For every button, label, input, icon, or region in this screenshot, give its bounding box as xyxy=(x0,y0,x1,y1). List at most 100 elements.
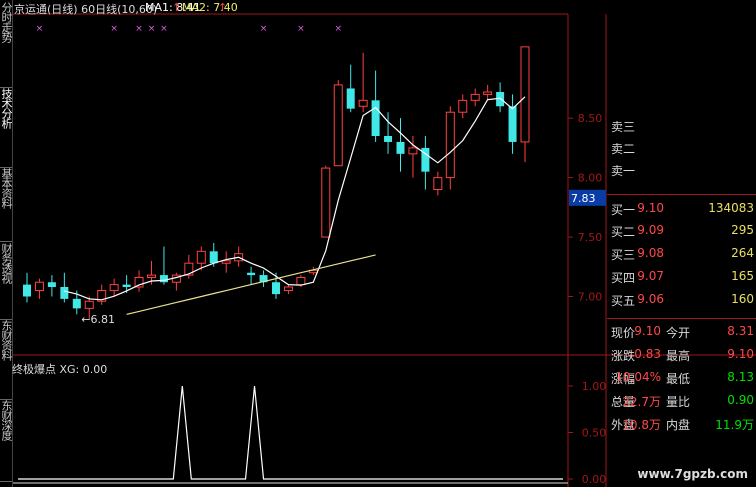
quote-divider xyxy=(607,318,756,319)
buy-label: 买二 xyxy=(611,225,636,239)
book-divider xyxy=(607,194,756,195)
sidebar-tab-5[interactable]: 东财资料 xyxy=(0,320,13,398)
quote-value: 10.04% xyxy=(615,370,661,384)
quote-label-2: 量比 xyxy=(666,395,691,409)
quote-label-2: 今开 xyxy=(666,326,691,340)
buy-label: 买一 xyxy=(611,203,636,217)
candle-body-down xyxy=(384,136,393,142)
candle-body-up xyxy=(483,91,493,95)
sidebar-tab-4[interactable]: 财务透视 xyxy=(0,243,13,318)
signal-marker: × xyxy=(160,24,168,34)
sell-row[interactable]: 卖一 xyxy=(608,160,756,180)
ma2-arrow: ↑ xyxy=(218,1,228,14)
candle-body-down xyxy=(272,282,280,295)
buy-row[interactable]: 买五 9.06 160 xyxy=(608,290,756,310)
price-tick-label: 7.00 xyxy=(578,291,603,304)
quote-label: 现价 xyxy=(611,326,636,340)
candle-body-up xyxy=(221,260,231,264)
sell-row[interactable]: 卖二 xyxy=(608,138,756,158)
quote-row: 总量 22.7万 量比 0.90 xyxy=(608,391,756,411)
candle-body-down xyxy=(371,100,380,136)
price-tick-label: 7.50 xyxy=(578,231,603,244)
indicator-tick-label: 0.50 xyxy=(582,427,607,440)
ma2-label: MA2: 7.40 xyxy=(182,1,238,14)
candle-body-up xyxy=(458,99,468,113)
quote-label: 涨跌 xyxy=(611,349,636,363)
sell-label: 卖二 xyxy=(611,142,636,156)
quote-row: 外盘 10.8万 内盘 11.9万 xyxy=(608,414,756,434)
indicator-line xyxy=(18,385,563,480)
buy-volume: 160 xyxy=(731,292,754,306)
buy-row[interactable]: 买三 9.08 264 xyxy=(608,244,756,264)
candle-body-up xyxy=(445,111,455,179)
buy-volume: 264 xyxy=(731,246,754,260)
quote-value: 22.7万 xyxy=(622,395,661,409)
candle-body-up xyxy=(109,284,119,292)
candle-body-down xyxy=(247,272,256,276)
quote-row: 涨幅 10.04% 最低 8.13 xyxy=(608,368,756,388)
quote-value: 10.8万 xyxy=(622,418,661,432)
sidebar-tab-3[interactable]: 基本资料 xyxy=(0,168,13,240)
candle-body-down xyxy=(209,251,218,264)
sell-label: 卖一 xyxy=(611,164,636,178)
quote-value: 9.10 xyxy=(634,324,661,338)
candle-body-down xyxy=(396,141,405,154)
candle-body-down xyxy=(60,286,69,299)
quote-value-2: 9.10 xyxy=(727,347,754,361)
buy-row[interactable]: 买二 9.09 295 xyxy=(608,221,756,241)
indicator-tick-label: 0.00 xyxy=(582,473,607,486)
candle-body-down xyxy=(508,106,517,142)
low-price-annotation: ←6.81 xyxy=(81,313,115,326)
ma1-line xyxy=(64,96,526,301)
signal-marker: × xyxy=(297,24,305,34)
signal-marker: × xyxy=(135,24,143,34)
quote-label-2: 最高 xyxy=(666,349,691,363)
signal-marker: × xyxy=(148,24,156,34)
indicator-title: 终极爆点 XG: 0.00 xyxy=(12,363,108,376)
candle-body-up xyxy=(333,84,343,167)
buy-price: 9.10 xyxy=(637,201,664,215)
candle-body-up xyxy=(520,46,530,143)
price-tick-label: 8.00 xyxy=(578,172,603,185)
quote-label-2: 最低 xyxy=(666,372,691,386)
candle-body-up xyxy=(196,250,206,264)
sidebar-separator xyxy=(0,241,12,242)
quote-value-2: 0.90 xyxy=(727,393,754,407)
sidebar-tab-6[interactable]: 东财深度 xyxy=(0,400,13,480)
quote-row: 现价 9.10 今开 8.31 xyxy=(608,322,756,342)
signal-marker: × xyxy=(334,24,342,34)
signal-marker: × xyxy=(260,24,268,34)
sidebar-tab-1[interactable]: 分时走势 xyxy=(0,2,13,86)
buy-row[interactable]: 买一 9.10 134083 xyxy=(608,199,756,219)
buy-row[interactable]: 买四 9.07 165 xyxy=(608,267,756,287)
candle-body-up xyxy=(470,93,480,101)
signal-marker: × xyxy=(36,24,44,34)
sidebar-tab-2[interactable]: 技术分析 xyxy=(0,88,13,166)
candle-body-down xyxy=(72,298,81,309)
candle-body-down xyxy=(47,282,56,287)
quote-value-2: 8.13 xyxy=(727,370,754,384)
quote-value-2: 8.31 xyxy=(727,324,754,338)
candle-body-up xyxy=(358,99,368,107)
candle-body-down xyxy=(346,88,355,109)
current-price-label: 7.83 xyxy=(571,192,596,205)
candle-body-up xyxy=(283,286,293,292)
buy-volume: 165 xyxy=(731,269,754,283)
quote-value: 0.83 xyxy=(634,347,661,361)
sidebar-separator xyxy=(0,481,12,482)
sell-row[interactable]: 卖三 xyxy=(608,116,756,136)
candle-body-up xyxy=(147,274,156,278)
buy-price: 9.09 xyxy=(637,223,664,237)
signal-marker: × xyxy=(110,24,118,34)
quote-value-2: 11.9万 xyxy=(715,418,754,432)
buy-volume: 134083 xyxy=(708,201,754,215)
candle-body-down xyxy=(159,275,168,283)
buy-price: 9.08 xyxy=(637,246,664,260)
candle-body-down xyxy=(122,284,131,287)
stock-title: 京运通(日线) 60日线(10,60) xyxy=(14,3,158,16)
candle-body-up xyxy=(34,281,44,292)
quote-row: 涨跌 0.83 最高 9.10 xyxy=(608,345,756,365)
site-watermark: www.7gpzb.com xyxy=(637,467,748,481)
quote-label-2: 内盘 xyxy=(666,418,691,432)
candle-body-up xyxy=(84,300,94,309)
